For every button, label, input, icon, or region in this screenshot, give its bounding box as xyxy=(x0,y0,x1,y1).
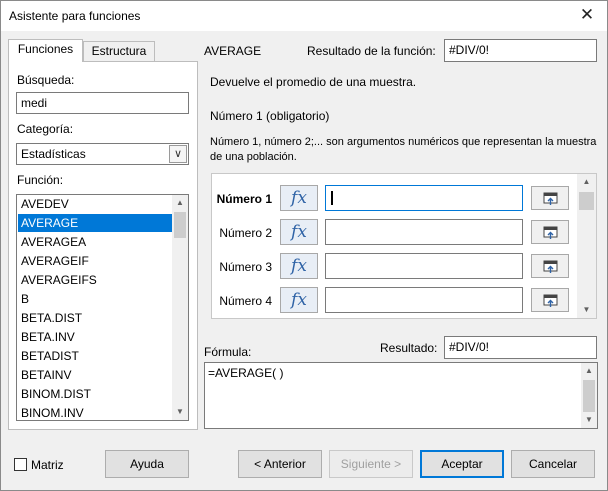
formula-result-value: #DIV/0! xyxy=(444,336,597,359)
arg-input-4[interactable] xyxy=(325,287,523,313)
back-button[interactable]: < Anterior xyxy=(238,450,322,478)
accept-button[interactable]: Aceptar xyxy=(420,450,504,478)
list-item[interactable]: B xyxy=(18,290,172,308)
formula-result-label: Resultado: xyxy=(380,341,438,355)
scroll-up-icon[interactable]: ▲ xyxy=(577,174,596,190)
tab-funciones[interactable]: Funciones xyxy=(8,39,83,62)
function-wizard-icon[interactable]: fx xyxy=(280,253,318,279)
arg-label-4: Número 4 xyxy=(219,294,272,308)
formula-label: Fórmula: xyxy=(204,345,252,359)
function-wizard-icon[interactable]: fx xyxy=(280,185,318,211)
formula-editor[interactable]: =AVERAGE( ) ▲ ▼ xyxy=(204,362,598,429)
argument-description: Número 1, número 2;... son argumentos nu… xyxy=(210,136,597,163)
function-list[interactable]: AVEDEV AVERAGE AVERAGEA AVERAGEIF AVERAG… xyxy=(16,194,189,421)
function-wizard-icon[interactable]: fx xyxy=(280,287,318,313)
arg-label-3: Número 3 xyxy=(219,260,272,274)
list-item[interactable]: AVERAGEA xyxy=(18,233,172,251)
scroll-down-icon[interactable]: ▼ xyxy=(577,302,596,318)
list-item[interactable]: BINOM.DIST xyxy=(18,385,172,403)
matrix-label: Matriz xyxy=(31,458,64,472)
scroll-thumb[interactable] xyxy=(583,380,595,412)
help-button[interactable]: Ayuda xyxy=(105,450,189,478)
window-title: Asistente para funciones xyxy=(9,9,141,23)
scroll-up-icon[interactable]: ▲ xyxy=(581,363,597,379)
formula-scrollbar[interactable]: ▲ ▼ xyxy=(581,363,597,428)
list-item[interactable]: AVERAGEIFS xyxy=(18,271,172,289)
list-item-selected[interactable]: AVERAGE xyxy=(18,214,172,232)
argument-title: Número 1 (obligatorio) xyxy=(210,109,330,123)
function-wizard-icon[interactable]: fx xyxy=(280,219,318,245)
category-select[interactable]: Estadísticas ∨ xyxy=(16,143,189,165)
function-list-scrollbar[interactable]: ▲ ▼ xyxy=(172,195,188,420)
close-icon[interactable]: ✕ xyxy=(574,3,600,27)
list-item[interactable]: AVEDEV xyxy=(18,195,172,213)
chevron-down-icon[interactable]: ∨ xyxy=(169,145,187,163)
list-item[interactable]: BETADIST xyxy=(18,347,172,365)
scroll-down-icon[interactable]: ▼ xyxy=(172,404,188,420)
search-input[interactable]: medi xyxy=(16,92,189,114)
shrink-dialog-icon[interactable] xyxy=(531,288,569,312)
list-item[interactable]: AVERAGEIF xyxy=(18,252,172,270)
arg-input-1[interactable] xyxy=(325,185,523,211)
list-item[interactable]: BINOM.INV xyxy=(18,404,172,420)
shrink-dialog-icon[interactable] xyxy=(531,186,569,210)
shrink-dialog-icon[interactable] xyxy=(531,254,569,278)
tab-estructura[interactable]: Estructura xyxy=(83,41,155,62)
list-item[interactable]: BETAINV xyxy=(18,366,172,384)
scroll-down-icon[interactable]: ▼ xyxy=(581,412,597,428)
function-label: Función: xyxy=(17,173,64,187)
formula-text: =AVERAGE( ) xyxy=(208,366,284,380)
function-result-label: Resultado de la función: xyxy=(307,44,436,58)
category-value: Estadísticas xyxy=(21,147,86,161)
function-result-value: #DIV/0! xyxy=(444,39,597,62)
scroll-up-icon[interactable]: ▲ xyxy=(172,195,188,211)
list-item[interactable]: BETA.INV xyxy=(18,328,172,346)
arguments-scrollbar[interactable]: ▲ ▼ xyxy=(577,174,596,318)
shrink-dialog-icon[interactable] xyxy=(531,220,569,244)
category-label: Categoría: xyxy=(17,122,74,136)
search-label: Búsqueda: xyxy=(17,73,75,87)
next-button[interactable]: Siguiente > xyxy=(329,450,413,478)
scroll-thumb[interactable] xyxy=(579,192,594,210)
arg-label-2: Número 2 xyxy=(219,226,272,240)
matrix-checkbox[interactable] xyxy=(14,458,27,471)
function-description: Devuelve el promedio de una muestra. xyxy=(210,75,417,89)
function-name: AVERAGE xyxy=(204,44,262,58)
list-item[interactable]: BETA.DIST xyxy=(18,309,172,327)
arg-label-1: Número 1 xyxy=(216,192,272,206)
arg-input-2[interactable] xyxy=(325,219,523,245)
arg-input-3[interactable] xyxy=(325,253,523,279)
cancel-button[interactable]: Cancelar xyxy=(511,450,595,478)
scroll-thumb[interactable] xyxy=(174,212,186,238)
